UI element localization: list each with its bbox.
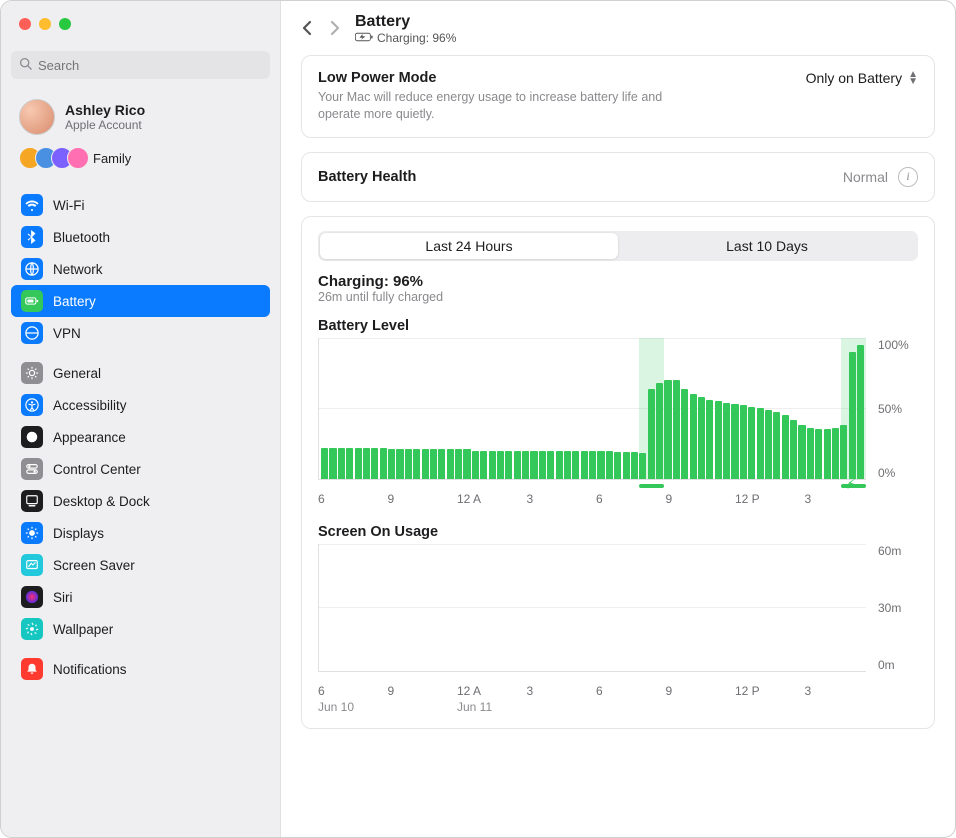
page-title: Battery bbox=[355, 13, 456, 31]
low-power-mode-panel: Low Power Mode Your Mac will reduce ener… bbox=[301, 55, 935, 138]
screen-on-chart-title: Screen On Usage bbox=[318, 524, 918, 540]
sidebar-item-network[interactable]: Network bbox=[11, 253, 270, 285]
sidebar-item-vpn[interactable]: VPN bbox=[11, 317, 270, 349]
family-avatars bbox=[19, 147, 83, 169]
sidebar-item-label: Battery bbox=[53, 294, 96, 309]
low-power-mode-select[interactable]: Only on Battery ▲▼ bbox=[806, 70, 918, 86]
battery-level-chart: ⚡︎ bbox=[318, 338, 866, 480]
low-power-value: Only on Battery bbox=[806, 70, 903, 86]
time-range-segmented[interactable]: Last 24 Hours Last 10 Days bbox=[318, 231, 918, 261]
battery-health-title: Battery Health bbox=[318, 169, 416, 185]
nav-back-button[interactable] bbox=[301, 20, 313, 39]
sidebar-item-displays[interactable]: Displays bbox=[11, 517, 270, 549]
wallpaper-icon bbox=[21, 618, 43, 640]
sidebar-item-wifi[interactable]: Wi-Fi bbox=[11, 189, 270, 221]
sidebar-item-label: Network bbox=[53, 262, 103, 277]
chevron-updown-icon: ▲▼ bbox=[908, 71, 918, 85]
battery-level-yaxis: 100%50%0% bbox=[874, 338, 918, 480]
search-field[interactable] bbox=[11, 51, 270, 79]
sidebar-item-label: Wi-Fi bbox=[53, 198, 84, 213]
sidebar-item-label: VPN bbox=[53, 326, 81, 341]
battery-health-info-button[interactable]: i bbox=[898, 167, 918, 187]
sidebar-item-notifications[interactable]: Notifications bbox=[11, 653, 270, 685]
screensaver-icon bbox=[21, 554, 43, 576]
sidebar-item-label: Desktop & Dock bbox=[53, 494, 150, 509]
displays-icon bbox=[21, 522, 43, 544]
battery-level-xaxis: 6912 A36912 P3 bbox=[318, 484, 918, 506]
titlebar bbox=[1, 1, 71, 47]
sidebar-item-bluetooth[interactable]: Bluetooth bbox=[11, 221, 270, 253]
account-subtitle: Apple Account bbox=[65, 118, 145, 132]
battery-icon bbox=[21, 290, 43, 312]
sidebar-item-label: Control Center bbox=[53, 462, 141, 477]
nav-forward-button[interactable] bbox=[329, 20, 341, 39]
appearance-icon bbox=[21, 426, 43, 448]
sidebar-item-desktopdock[interactable]: Desktop & Dock bbox=[11, 485, 270, 517]
sidebar-item-label: Wallpaper bbox=[53, 622, 113, 637]
header: Battery Charging: 96% bbox=[281, 1, 955, 55]
system-settings-window: Ashley Rico Apple Account Family Wi-Fi Bl… bbox=[0, 0, 956, 838]
sidebar-item-label: General bbox=[53, 366, 101, 381]
network-icon bbox=[21, 258, 43, 280]
close-window-button[interactable] bbox=[19, 18, 31, 30]
tab-last-24-hours[interactable]: Last 24 Hours bbox=[320, 233, 618, 259]
charging-status-line: Charging: 96% bbox=[318, 273, 918, 290]
sidebar: Ashley Rico Apple Account Family Wi-Fi Bl… bbox=[1, 1, 281, 837]
battery-health-status: Normal bbox=[843, 169, 888, 185]
charging-icon bbox=[355, 31, 373, 45]
screen-on-chart bbox=[318, 544, 866, 672]
desktopdock-icon bbox=[21, 490, 43, 512]
family-label: Family bbox=[93, 151, 131, 166]
sidebar-item-label: Siri bbox=[53, 590, 73, 605]
minimize-window-button[interactable] bbox=[39, 18, 51, 30]
sidebar-item-controlcenter[interactable]: Control Center bbox=[11, 453, 270, 485]
sidebar-item-siri[interactable]: Siri bbox=[11, 581, 270, 613]
sidebar-item-family[interactable]: Family bbox=[11, 141, 270, 181]
tab-last-10-days[interactable]: Last 10 Days bbox=[618, 233, 916, 259]
sidebar-item-screensaver[interactable]: Screen Saver bbox=[11, 549, 270, 581]
general-icon bbox=[21, 362, 43, 384]
battery-level-chart-title: Battery Level bbox=[318, 318, 918, 334]
low-power-title: Low Power Mode bbox=[318, 70, 678, 86]
sidebar-item-appearance[interactable]: Appearance bbox=[11, 421, 270, 453]
search-icon bbox=[19, 57, 32, 73]
battery-health-panel: Battery Health Normal i bbox=[301, 152, 935, 202]
wifi-icon bbox=[21, 194, 43, 216]
zoom-window-button[interactable] bbox=[59, 18, 71, 30]
sidebar-item-label: Accessibility bbox=[53, 398, 127, 413]
screen-on-date-labels: Jun 10Jun 11 bbox=[318, 698, 918, 714]
sidebar-item-general[interactable]: General bbox=[11, 357, 270, 389]
sidebar-item-apple-account[interactable]: Ashley Rico Apple Account bbox=[11, 93, 270, 141]
screen-on-xaxis: 6912 A36912 P3 bbox=[318, 676, 918, 698]
sidebar-item-label: Screen Saver bbox=[53, 558, 135, 573]
sidebar-item-label: Appearance bbox=[53, 430, 126, 445]
vpn-icon bbox=[21, 322, 43, 344]
controlcenter-icon bbox=[21, 458, 43, 480]
sidebar-item-wallpaper[interactable]: Wallpaper bbox=[11, 613, 270, 645]
sidebar-item-label: Displays bbox=[53, 526, 104, 541]
charging-eta: 26m until fully charged bbox=[318, 290, 918, 304]
account-name: Ashley Rico bbox=[65, 102, 145, 118]
accessibility-icon bbox=[21, 394, 43, 416]
page-subtitle: Charging: 96% bbox=[377, 31, 456, 45]
search-input[interactable] bbox=[38, 58, 262, 73]
notifications-icon bbox=[21, 658, 43, 680]
account-avatar bbox=[19, 99, 55, 135]
bluetooth-icon bbox=[21, 226, 43, 248]
main-pane: Battery Charging: 96% Low Power Mode You… bbox=[281, 1, 955, 837]
sidebar-item-accessibility[interactable]: Accessibility bbox=[11, 389, 270, 421]
sidebar-item-label: Notifications bbox=[53, 662, 127, 677]
low-power-desc: Your Mac will reduce energy usage to inc… bbox=[318, 89, 678, 123]
sidebar-item-battery[interactable]: Battery bbox=[11, 285, 270, 317]
siri-icon bbox=[21, 586, 43, 608]
sidebar-item-label: Bluetooth bbox=[53, 230, 110, 245]
usage-panel: Last 24 Hours Last 10 Days Charging: 96%… bbox=[301, 216, 935, 729]
screen-on-yaxis: 60m30m0m bbox=[874, 544, 918, 672]
